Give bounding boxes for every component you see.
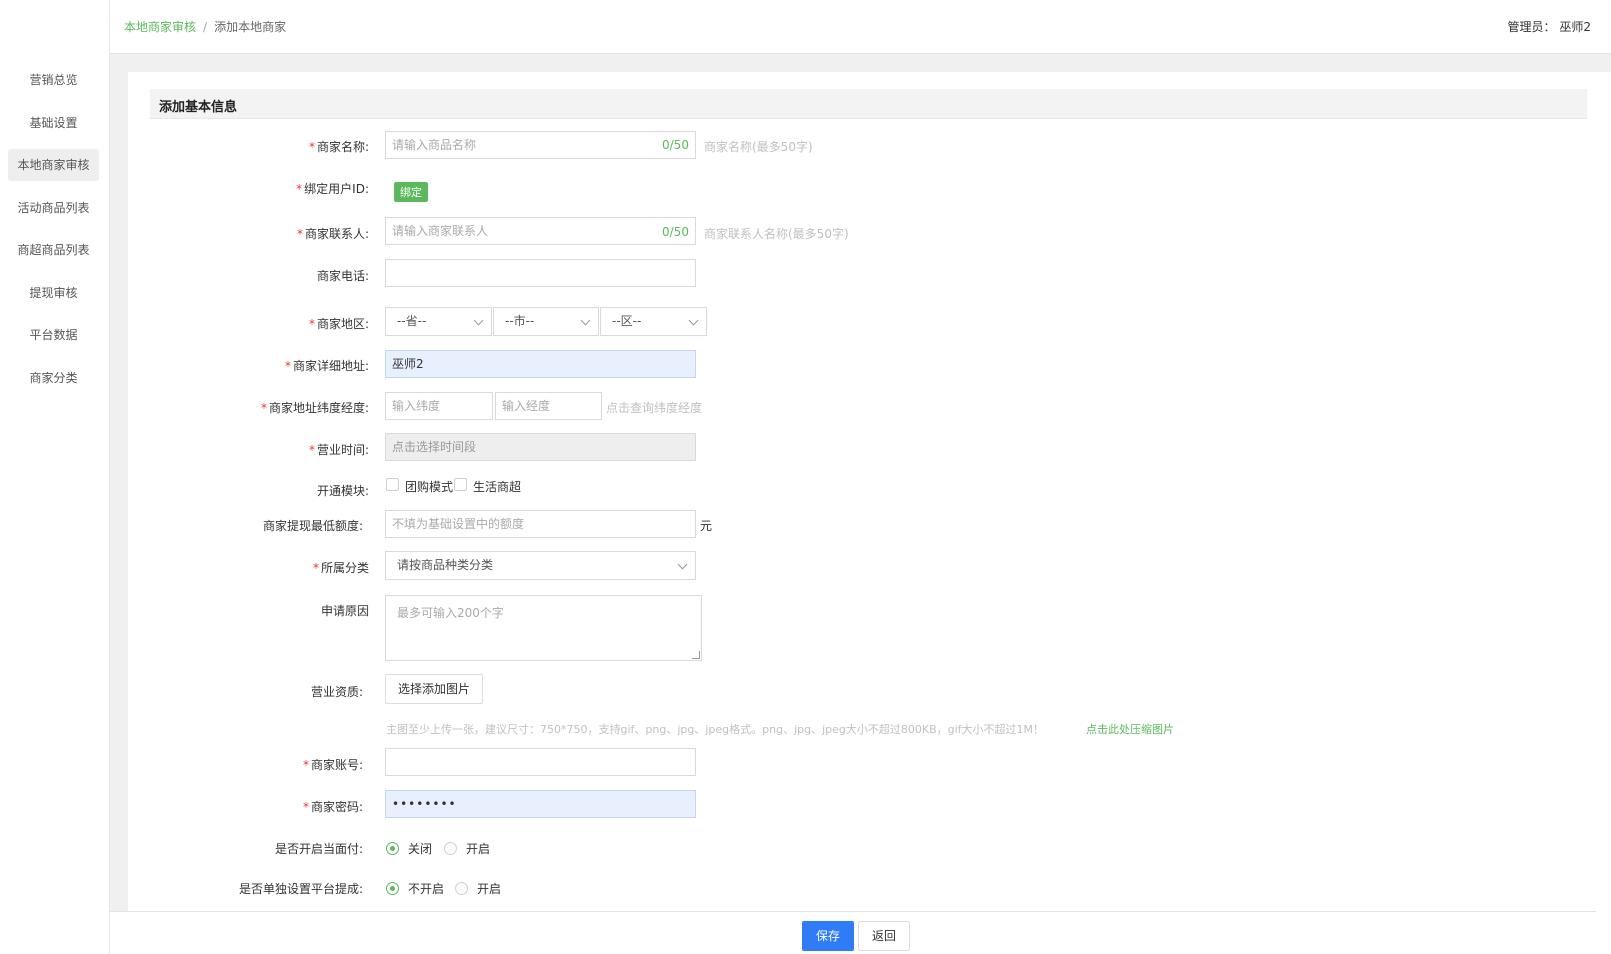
phone-input[interactable] bbox=[385, 259, 696, 287]
reason-label: 申请原因 bbox=[320, 604, 369, 618]
contact-input[interactable]: 请输入商家联系人 bbox=[385, 217, 696, 245]
face-pay-off-radio[interactable] bbox=[386, 842, 399, 855]
compress-image-link[interactable]: 点击此处压缩图片 bbox=[1086, 721, 1174, 737]
reason-textarea[interactable]: 最多可输入200个字 bbox=[385, 595, 702, 661]
latlng-label: * 商家地址纬度经度: bbox=[260, 401, 369, 415]
sidebar-item-supermarket-products[interactable]: 商超商品列表 bbox=[8, 234, 99, 266]
sidebar-item-marketing-overview[interactable]: 营销总览 bbox=[8, 64, 99, 96]
commission-on-label: 开启 bbox=[477, 882, 502, 896]
password-input[interactable]: •••••••• bbox=[385, 790, 696, 818]
section-title: 添加基本信息 bbox=[159, 100, 238, 115]
region-label: * 商家地区: bbox=[308, 317, 369, 331]
add-image-button[interactable]: 选择添加图片 bbox=[385, 674, 483, 704]
face-pay-on-radio[interactable] bbox=[444, 842, 457, 855]
account-label: * 商家账号: bbox=[302, 758, 363, 772]
breadcrumb-parent-link[interactable]: 本地商家审核 bbox=[124, 20, 196, 34]
commission-on-radio[interactable] bbox=[455, 882, 468, 895]
address-input[interactable]: 巫师2 bbox=[385, 350, 696, 378]
chevron-down-icon bbox=[473, 315, 484, 326]
merchant-name-input[interactable]: 请输入商品名称 bbox=[385, 131, 696, 159]
content-panel bbox=[128, 72, 1611, 954]
supermarket-checkbox[interactable] bbox=[454, 478, 467, 491]
license-hint: 主图至少上传一张，建议尺寸：750*750，支持gif、png、jpg、jpeg… bbox=[386, 723, 1045, 736]
chevron-down-icon bbox=[580, 315, 591, 326]
city-select[interactable]: --市-- bbox=[493, 307, 599, 336]
back-button[interactable]: 返回 bbox=[858, 921, 910, 951]
latitude-input[interactable]: 输入纬度 bbox=[385, 392, 493, 420]
longitude-input[interactable]: 输入经度 bbox=[495, 392, 602, 420]
address-label: * 商家详细地址: bbox=[284, 359, 369, 373]
chevron-down-icon bbox=[688, 315, 699, 326]
chevron-down-icon bbox=[677, 559, 688, 570]
supermarket-label: 生活商超 bbox=[473, 480, 522, 494]
contact-label: * 商家联系人: bbox=[296, 227, 369, 241]
sidebar-item-merchant-category[interactable]: 商家分类 bbox=[8, 362, 99, 394]
query-latlng-link[interactable]: 点击查询纬度经度 bbox=[606, 399, 702, 416]
phone-label: 商家电话: bbox=[316, 269, 369, 283]
sidebar-item-local-merchant-review[interactable]: 本地商家审核 bbox=[8, 149, 99, 181]
min-withdraw-unit: 元 bbox=[700, 519, 713, 533]
min-withdraw-input[interactable]: 不填为基础设置中的额度 bbox=[385, 510, 696, 538]
breadcrumb-current: 添加本地商家 bbox=[214, 20, 287, 34]
district-select[interactable]: --区-- bbox=[600, 307, 707, 336]
footer-bar: 保存 返回 bbox=[110, 911, 1596, 954]
bind-button[interactable]: 绑定 bbox=[394, 182, 428, 202]
sidebar-item-platform-data[interactable]: 平台数据 bbox=[8, 319, 99, 351]
modules-label: 开通模块: bbox=[316, 484, 369, 498]
merchant-name-counter: 0/50 bbox=[662, 138, 689, 152]
province-select[interactable]: --省-- bbox=[385, 307, 492, 336]
category-label: * 所属分类 bbox=[312, 561, 369, 575]
admin-user: 管理员： 巫师2 bbox=[1507, 20, 1591, 34]
commission-label: 是否单独设置平台提成: bbox=[238, 882, 363, 896]
resize-grip-icon[interactable] bbox=[692, 651, 700, 659]
category-select[interactable]: 请按商品种类分类 bbox=[385, 551, 696, 580]
commission-off-label: 不开启 bbox=[408, 882, 445, 896]
sidebar-item-withdraw-review[interactable]: 提现审核 bbox=[8, 277, 99, 309]
group-buy-checkbox[interactable] bbox=[386, 478, 399, 491]
business-hours-label: * 营业时间: bbox=[308, 443, 369, 457]
merchant-name-hint: 商家名称(最多50字) bbox=[704, 140, 813, 154]
breadcrumb: 本地商家审核 / 添加本地商家 bbox=[124, 18, 286, 35]
sidebar-item-basic-settings[interactable]: 基础设置 bbox=[8, 107, 99, 139]
face-pay-off-label: 关闭 bbox=[408, 842, 433, 856]
account-input[interactable] bbox=[385, 748, 696, 776]
commission-off-radio[interactable] bbox=[386, 882, 399, 895]
face-pay-label: 是否开启当面付: bbox=[274, 842, 363, 856]
password-label: * 商家密码: bbox=[302, 800, 363, 814]
bind-user-label: * 绑定用户ID: bbox=[296, 182, 369, 196]
license-label: 营业资质: bbox=[310, 685, 363, 699]
section-header: 添加基本信息 bbox=[150, 89, 1587, 119]
group-buy-label: 团购模式 bbox=[405, 480, 454, 494]
business-hours-input[interactable]: 点击选择时间段 bbox=[385, 433, 696, 461]
save-button[interactable]: 保存 bbox=[802, 921, 854, 951]
face-pay-on-label: 开启 bbox=[466, 842, 491, 856]
sidebar-item-activity-products[interactable]: 活动商品列表 bbox=[8, 192, 99, 224]
sidebar: 营销总览 基础设置 本地商家审核 活动商品列表 商超商品列表 提现审核 平台数据… bbox=[0, 0, 110, 954]
min-withdraw-label: 商家提现最低额度: bbox=[262, 519, 363, 533]
top-bar: 本地商家审核 / 添加本地商家 管理员： 巫师2 bbox=[110, 0, 1611, 54]
contact-hint: 商家联系人名称(最多50字) bbox=[704, 227, 849, 241]
contact-counter: 0/50 bbox=[662, 225, 689, 239]
merchant-name-label: * 商家名称: bbox=[308, 140, 369, 154]
breadcrumb-separator: / bbox=[203, 20, 208, 34]
